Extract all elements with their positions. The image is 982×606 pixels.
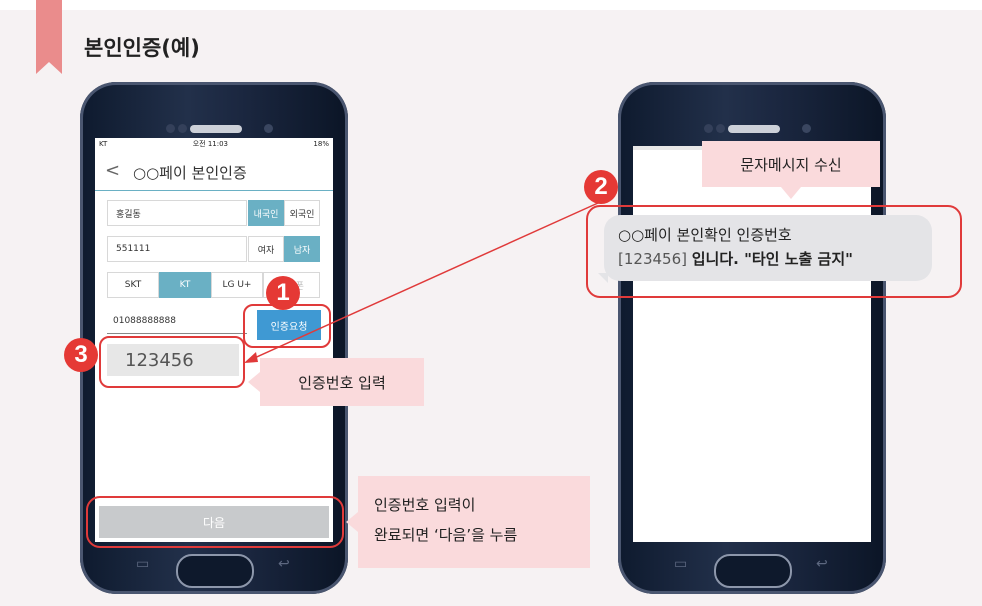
status-bar: KT 오전 11:03 18% [95,138,333,150]
status-time: 오전 11:03 [192,140,229,148]
back-icon[interactable]: < [105,160,120,181]
birth-value: 551111 [116,244,151,254]
code-highlight-frame [99,336,245,388]
phone-field[interactable]: 01088888888 [107,308,247,334]
step-1-badge: 1 [266,276,300,310]
sms-highlight-frame [586,205,962,298]
carrier-lgu[interactable]: LG U+ [211,272,263,298]
birth-field[interactable]: 551111 [107,236,247,262]
request-highlight-frame [243,304,331,348]
name-value: 홍길동 [116,209,141,220]
carrier-label: KT [99,140,108,148]
callout-code-input: 인증번호 입력 [248,358,424,406]
sensor-icon [178,124,187,133]
battery-label: 18% [313,140,329,148]
callout-next-line2: 완료되면 ‘다음’을 누름 [374,526,518,544]
carrier-skt[interactable]: SKT [107,272,159,298]
callout-next-line1: 인증번호 입력이 [374,496,476,514]
step-3-badge: 3 [64,338,98,372]
back-key-icon[interactable]: ↩ [278,556,290,572]
camera-icon [264,124,273,133]
name-field[interactable]: 홍길동 [107,200,247,226]
next-highlight-frame [86,496,344,548]
step-2-badge: 2 [584,170,618,204]
callout-next: 인증번호 입력이 완료되면 ‘다음’을 누름 [346,476,590,568]
callout-sms-received: 문자메시지 수신 [702,141,880,199]
app-title: ○○페이 본인인증 [133,164,247,182]
speaker-icon [728,125,780,133]
home-button[interactable] [176,554,254,588]
back-key-icon[interactable]: ↩ [816,556,828,572]
top-band [0,0,982,10]
nationality-domestic[interactable]: 내국인 [248,200,284,226]
recent-apps-icon[interactable]: ▭ [136,556,149,572]
recent-apps-icon[interactable]: ▭ [674,556,687,572]
phone-value: 01088888888 [113,315,176,326]
sensor-icon [716,124,725,133]
bookmark-icon [36,0,62,74]
page-title: 본인인증(예) [84,36,200,60]
carrier-kt[interactable]: KT [159,272,211,298]
nationality-foreign[interactable]: 외국인 [284,200,320,226]
sensor-icon [704,124,713,133]
home-button[interactable] [714,554,792,588]
sensor-icon [166,124,175,133]
app-header: < ○○페이 본인인증 [95,152,333,191]
gender-male[interactable]: 남자 [284,236,320,262]
gender-female[interactable]: 여자 [248,236,284,262]
speaker-icon [190,125,242,133]
camera-icon [802,124,811,133]
page: 본인인증(예) KT 오전 11:03 18% < ○○페이 본인인증 홍길동 … [0,0,982,606]
